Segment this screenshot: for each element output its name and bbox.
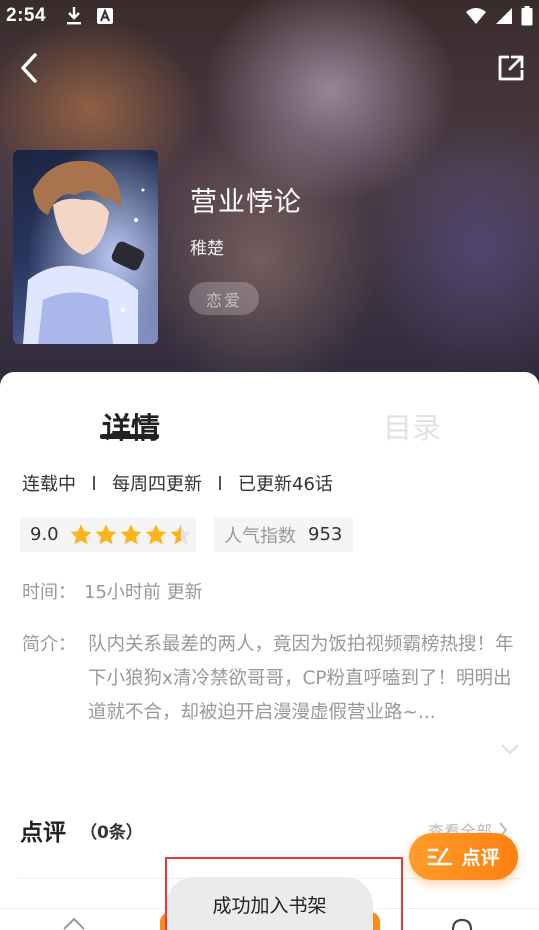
edit-icon [428,847,453,865]
rating-box: 9.0 [20,517,196,552]
tab-catalog[interactable]: 目录 [383,405,441,447]
popularity-value: 953 [308,524,343,545]
book-title: 营业悖论 [190,187,302,218]
write-review-button[interactable]: 点评 [409,833,518,880]
star-icon [120,524,142,544]
intro-text: 队内关系最差的两人，竟因为饭拍视频霸榜热搜！年下小狼狗x清冷禁欲哥哥，CP粉直呼… [88,634,514,723]
book-author[interactable]: 稚楚 [190,234,224,259]
back-button[interactable] [14,50,44,86]
battery-icon [521,6,533,26]
wifi-icon [466,8,486,24]
episode-count: 已更新46话 [238,474,333,495]
serialization-info: 连载中 每周四更新 已更新46话 [22,470,333,496]
share-icon [498,55,524,81]
write-review-label: 点评 [461,847,500,869]
status-time: 2:54 [6,5,47,26]
signal-icon [496,8,512,24]
expand-intro-button[interactable] [500,740,520,759]
popularity-box: 人气指数 953 [214,517,353,552]
chevron-down-icon [501,744,519,755]
reviews-count: （0条） [80,823,143,843]
intro-label: 简介： [22,634,76,655]
star-icon [95,524,117,544]
font-app-icon [97,8,114,24]
home-icon[interactable] [62,916,86,930]
header-background: 2:54 营业悖论 稚楚 恋爱 [0,0,539,400]
star-icon [145,524,167,544]
tab-detail[interactable]: 详情 [102,405,160,447]
update-schedule: 每周四更新 [112,474,202,495]
rating-score: 9.0 [30,524,59,545]
star-rating [69,523,193,547]
genre-tag[interactable]: 恋爱 [189,282,259,315]
popularity-label: 人气指数 [224,525,296,547]
star-icon [170,524,192,544]
star-icon [70,524,92,544]
comment-icon[interactable] [450,918,474,930]
active-tab-indicator [100,434,159,439]
cover-illustration [13,150,158,344]
reviews-title: 点评 [20,820,66,846]
update-time-label: 时间： [22,582,76,603]
download-icon [67,7,82,25]
highlight-annotation-box [165,857,403,930]
separator [219,476,221,490]
chevron-left-icon [21,53,37,83]
book-cover[interactable] [13,150,158,344]
status-bar: 2:54 [0,0,539,32]
share-button[interactable] [495,52,527,84]
update-time-value: 15小时前 更新 [84,582,203,603]
separator [93,476,95,490]
serial-status: 连载中 [22,474,76,495]
update-time-row: 时间： 15小时前 更新 [22,578,203,604]
